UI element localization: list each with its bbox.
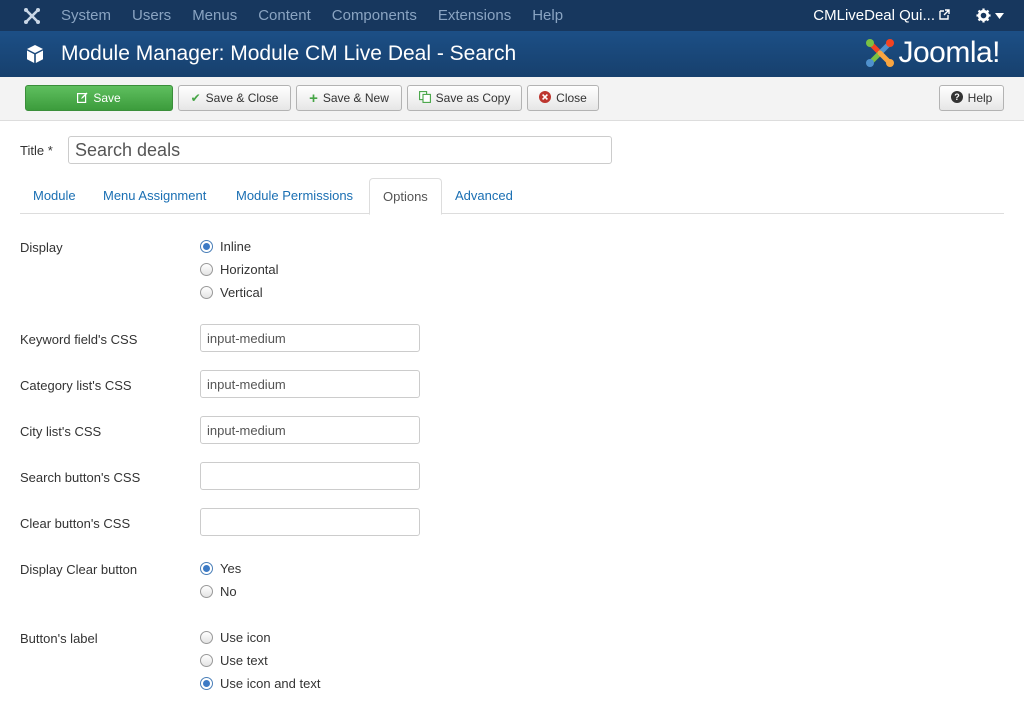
save-new-button[interactable]: + Save & New — [296, 85, 402, 111]
edit-icon — [77, 92, 88, 105]
menu-item-help[interactable]: Help — [532, 7, 563, 24]
title-input[interactable] — [68, 136, 612, 164]
caret-down-icon — [995, 12, 1004, 19]
cube-icon — [27, 45, 43, 63]
title-label: Title * — [20, 143, 53, 158]
tab-module[interactable]: Module — [20, 178, 89, 214]
button-label-option-icon[interactable]: Use icon — [200, 630, 271, 645]
save-as-copy-button[interactable]: Save as Copy — [407, 85, 522, 111]
copy-icon — [418, 91, 431, 105]
page-title: Module Manager: Module CM Live Deal - Se… — [61, 42, 517, 65]
display-option-horizontal[interactable]: Horizontal — [200, 262, 279, 277]
tab-bar: Module Menu Assignment Module Permission… — [20, 178, 1004, 215]
clear-button-css-input[interactable] — [200, 508, 420, 536]
check-icon: ✔ — [190, 91, 201, 105]
radio-selected[interactable] — [200, 562, 213, 575]
plus-icon: + — [309, 89, 318, 107]
save-close-button[interactable]: ✔ Save & Close — [178, 85, 291, 111]
help-button[interactable]: ? Help — [939, 85, 1004, 111]
display-clear-label: Display Clear button — [20, 562, 138, 577]
menu-item-menus[interactable]: Menus — [192, 7, 237, 24]
category-css-input[interactable] — [200, 370, 420, 398]
display-option-inline[interactable]: Inline — [200, 239, 251, 254]
button-label-option-text[interactable]: Use text — [200, 653, 268, 668]
radio[interactable] — [200, 263, 213, 276]
page-header: Module Manager: Module CM Live Deal - Se… — [0, 31, 1024, 77]
radio-selected[interactable] — [200, 240, 213, 253]
button-label-label: Button's label — [20, 631, 98, 646]
tab-advanced[interactable]: Advanced — [442, 178, 526, 214]
close-button[interactable]: Close — [527, 85, 599, 111]
close-circle-icon — [539, 91, 552, 105]
joomla-brand-icon — [866, 39, 895, 67]
button-label-option-icon-and-text[interactable]: Use icon and text — [200, 676, 320, 691]
keyword-css-input[interactable] — [200, 324, 420, 352]
menu-item-components[interactable]: Components — [332, 7, 417, 24]
tab-menu-assignment[interactable]: Menu Assignment — [90, 178, 219, 214]
keyword-css-label: Keyword field's CSS — [20, 332, 138, 347]
clear-button-css-label: Clear button's CSS — [20, 516, 131, 531]
question-circle-icon: ? — [950, 91, 963, 105]
user-settings-menu[interactable] — [976, 8, 1004, 23]
tab-module-permissions[interactable]: Module Permissions — [223, 178, 366, 214]
site-name-link[interactable]: CMLiveDeal Qui... — [813, 7, 935, 24]
gear-icon — [976, 8, 991, 23]
external-link-icon[interactable] — [939, 8, 950, 23]
svg-text:?: ? — [954, 92, 960, 102]
search-button-css-label: Search button's CSS — [20, 470, 141, 485]
radio[interactable] — [200, 631, 213, 644]
search-button-css-input[interactable] — [200, 462, 420, 490]
city-css-label: City list's CSS — [20, 424, 102, 439]
display-clear-option-no[interactable]: No — [200, 584, 237, 599]
joomla-logo-icon[interactable] — [12, 0, 52, 31]
radio[interactable] — [200, 286, 213, 299]
display-label: Display — [20, 240, 63, 255]
joomla-brand: Joomla! — [864, 36, 1000, 70]
radio-selected[interactable] — [200, 677, 213, 690]
menu-item-content[interactable]: Content — [258, 7, 311, 24]
menu-item-extensions[interactable]: Extensions — [438, 7, 511, 24]
category-css-label: Category list's CSS — [20, 378, 132, 393]
radio[interactable] — [200, 585, 213, 598]
main-menu: System Users Menus Content Components Ex… — [61, 7, 584, 24]
menu-item-users[interactable]: Users — [132, 7, 171, 24]
top-navbar: System Users Menus Content Components Ex… — [0, 0, 1024, 31]
city-css-input[interactable] — [200, 416, 420, 444]
tab-options[interactable]: Options — [369, 178, 442, 215]
display-clear-option-yes[interactable]: Yes — [200, 561, 241, 576]
toolbar: Save ✔ Save & Close + Save & New Save as… — [0, 77, 1024, 121]
save-button[interactable]: Save — [25, 85, 173, 111]
display-option-vertical[interactable]: Vertical — [200, 285, 263, 300]
radio[interactable] — [200, 654, 213, 667]
joomla-brand-text: Joomla! — [898, 36, 1000, 69]
menu-item-system[interactable]: System — [61, 7, 111, 24]
